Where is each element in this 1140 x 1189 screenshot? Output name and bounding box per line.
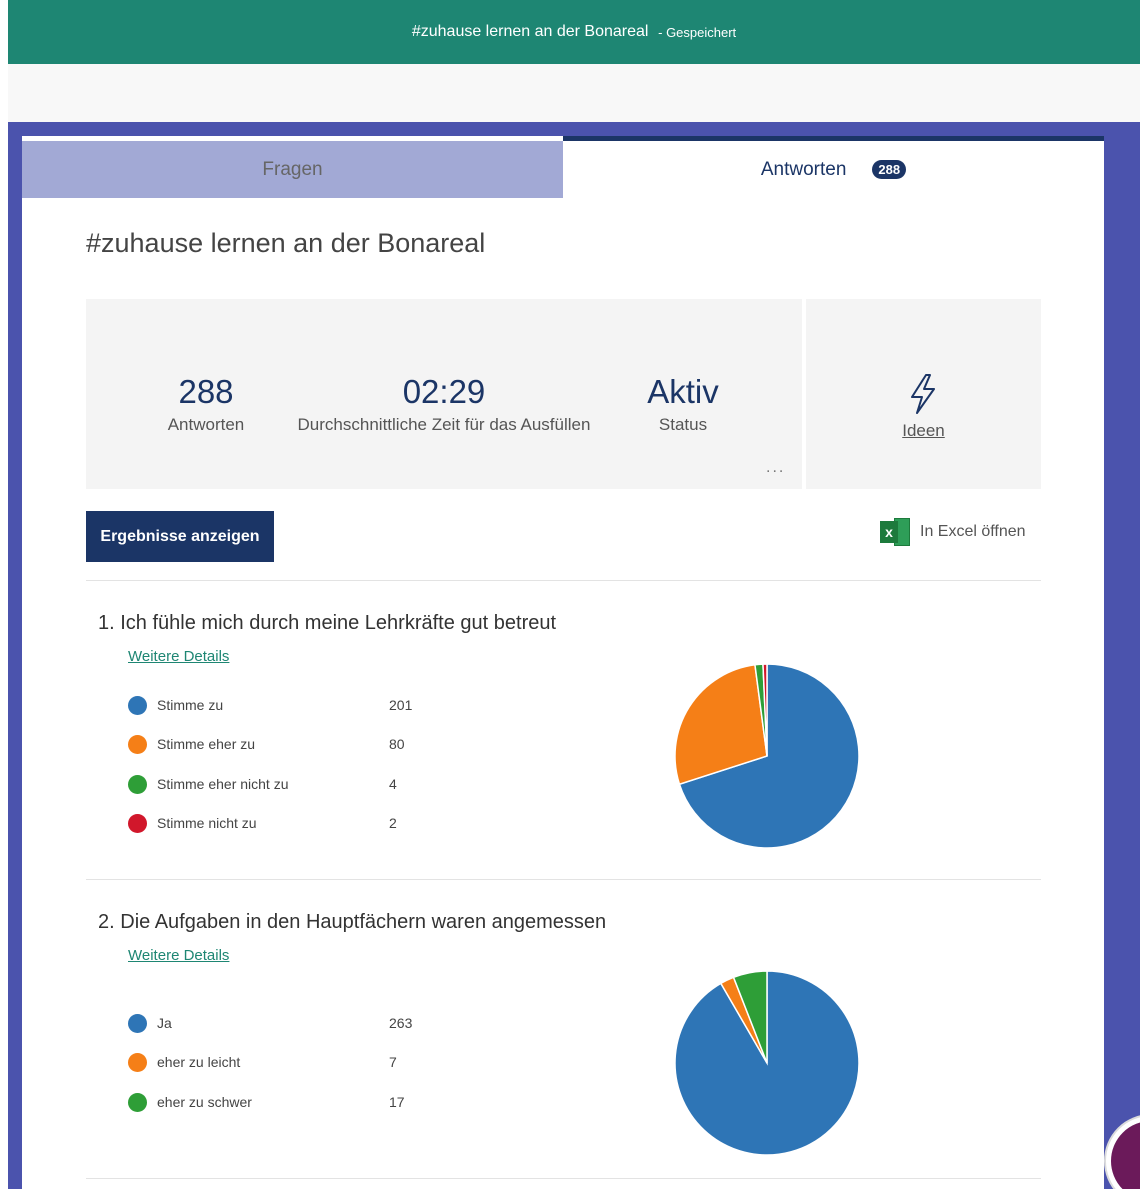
question-number: 2. [98,911,115,933]
legend-item: Stimme eher zu 80 [128,733,405,755]
legend-label: Ja [157,1015,172,1031]
divider [86,1178,1041,1179]
legend-dot [128,813,147,833]
legend-dot [128,1013,147,1033]
stat-status-label: Status [658,415,708,434]
excel-icon: x [880,518,910,546]
stat-responses: 288 Antworten [162,373,250,435]
divider [86,879,1041,880]
legend-item: eher zu schwer 17 [128,1091,405,1113]
divider [86,580,1041,581]
question-number: 1. [98,612,115,634]
ideas-label: Ideen [902,421,945,440]
question-card-2: 2. Die Aufgaben in den Hauptfächern ware… [86,911,1041,1173]
stat-responses-value: 288 [178,373,234,410]
tab-questions-label: Fragen [262,158,323,180]
question-text: Die Aufgaben in den Hauptfächern waren a… [120,911,607,933]
stat-status-value: Aktiv [647,373,719,410]
legend-dot [128,734,147,754]
legend-label: Stimme eher zu [157,736,256,752]
legend-dot [128,1092,147,1112]
legend-value: 263 [389,1015,413,1031]
question-card-1: 1. Ich fühle mich durch meine Lehrkräfte… [86,612,1041,874]
ideas-button[interactable]: Ideen [806,299,1041,489]
save-status: Gespeichert [666,24,737,40]
form-card: Fragen Antworten 288 #zuhause lernen an … [22,136,1104,1189]
legend-dot [128,1052,147,1072]
legend-item: Stimme zu 201 [128,694,412,716]
toolbar-strip [8,64,1140,122]
stat-average-time: 02:29 Durchschnittliche Zeit für das Aus… [279,373,609,435]
legend-label: Stimme zu [157,697,224,713]
tab-questions[interactable]: Fragen [22,141,563,198]
legend-dot [128,774,147,794]
more-options-button[interactable]: ... [766,459,785,477]
q1-pie-chart [674,663,860,849]
tab-responses[interactable]: Antworten 288 [563,136,1104,198]
header-separator: - [658,24,663,40]
question-text: Ich fühle mich durch meine Lehrkräfte gu… [120,612,557,634]
legend-value: 7 [389,1054,397,1070]
legend-value: 17 [389,1094,405,1110]
legend-item: Stimme eher nicht zu 4 [128,773,397,795]
question-title: 1. Ich fühle mich durch meine Lehrkräfte… [98,612,556,635]
legend-item: Stimme nicht zu 2 [128,812,397,834]
legend-item: eher zu leicht 7 [128,1051,397,1073]
more-details-link[interactable]: Weitere Details [128,947,229,964]
responses-count-badge: 288 [872,160,907,179]
lightning-icon [911,374,935,414]
more-details-link[interactable]: Weitere Details [128,648,229,665]
legend-label: eher zu schwer [157,1094,252,1110]
tab-responses-label: Antworten [760,158,847,180]
summary-panel: 288 Antworten 02:29 Durchschnittliche Ze… [86,299,802,489]
stat-average-time-label: Durchschnittliche Zeit für das Ausfüllen [297,415,591,434]
legend-value: 4 [389,776,397,792]
top-bar: #zuhause lernen an der Bonareal - Gespei… [8,0,1140,64]
content-background: Fragen Antworten 288 #zuhause lernen an … [8,122,1140,1189]
stat-responses-label: Antworten [167,415,245,434]
legend-value: 201 [389,697,413,713]
legend-label: eher zu leicht [157,1054,241,1070]
legend-label: Stimme nicht zu [157,815,257,831]
legend-dot [128,695,147,715]
legend-item: Ja 263 [128,1012,412,1034]
form-name-header: #zuhause lernen an der Bonareal [411,23,649,40]
q2-pie-chart [674,970,860,1156]
stat-average-time-value: 02:29 [402,373,486,410]
legend-value: 80 [389,736,405,752]
question-title: 2. Die Aufgaben in den Hauptfächern ware… [98,911,606,934]
open-in-excel-label: In Excel öffnen [920,523,1026,540]
legend-label: Stimme eher nicht zu [157,776,289,792]
view-results-button[interactable]: Ergebnisse anzeigen [86,511,274,562]
stat-status: Aktiv Status [641,373,725,435]
open-in-excel-button[interactable]: x In Excel öffnen [880,518,1026,546]
legend-value: 2 [389,815,397,831]
page-title: #zuhause lernen an der Bonareal [86,228,486,258]
